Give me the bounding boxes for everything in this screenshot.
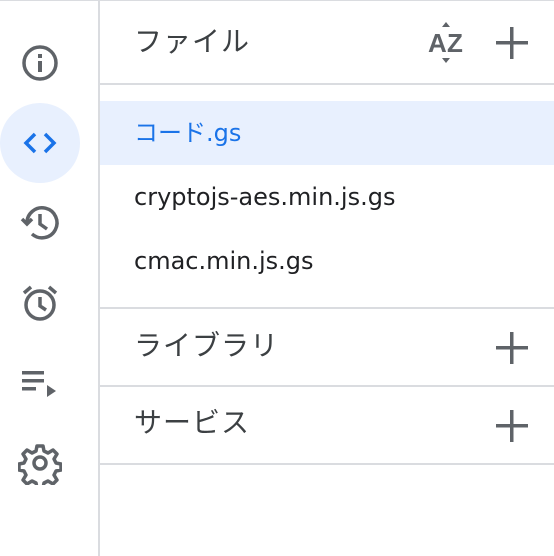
svg-text:Z: Z [447,28,463,58]
file-item-label: cryptojs-aes.min.js.gs [134,183,396,211]
plus-icon [496,332,528,364]
files-panel: ファイル A Z コード.gs cryptojs-aes.min.js.gs c… [100,1,554,556]
files-divider [100,83,554,85]
services-section-header: サービス [100,387,554,465]
file-item-label: cmac.min.js.gs [134,247,314,275]
rail-settings-button[interactable] [0,423,80,503]
services-title: サービス [134,406,251,439]
rail-editor-button[interactable] [0,103,80,183]
code-icon [23,132,57,154]
sort-az-icon: A Z [428,22,463,63]
file-item-label: コード.gs [134,119,242,147]
add-service-button[interactable] [490,404,534,448]
file-item[interactable]: コード.gs [100,101,554,165]
svg-text:A: A [428,28,447,58]
file-item[interactable]: cryptojs-aes.min.js.gs [100,165,554,229]
info-icon [22,45,58,81]
rail-overview-button[interactable] [0,23,80,103]
files-title: ファイル [134,25,251,58]
add-library-button[interactable] [490,326,534,370]
gear-icon [18,444,62,485]
libraries-section-header: ライブラリ [100,309,554,387]
editor-sidebar: ファイル A Z コード.gs cryptojs-aes.min.js.gs c… [0,0,554,556]
rail-triggers-button[interactable] [0,263,80,343]
plus-icon [496,410,528,442]
add-file-button[interactable] [490,21,534,65]
rail-execution-log-button[interactable] [0,343,80,423]
history-icon [20,206,59,240]
nav-rail [0,1,100,556]
plus-icon [496,27,528,59]
alarm-icon [22,285,58,321]
files-section-header: ファイル A Z [100,1,554,79]
sort-files-button[interactable]: A Z [426,21,470,65]
rail-executions-button[interactable] [0,183,80,263]
playlist-play-icon [22,371,56,397]
libraries-title: ライブラリ [134,329,280,362]
file-item[interactable]: cmac.min.js.gs [100,229,554,293]
services-divider [100,463,554,465]
